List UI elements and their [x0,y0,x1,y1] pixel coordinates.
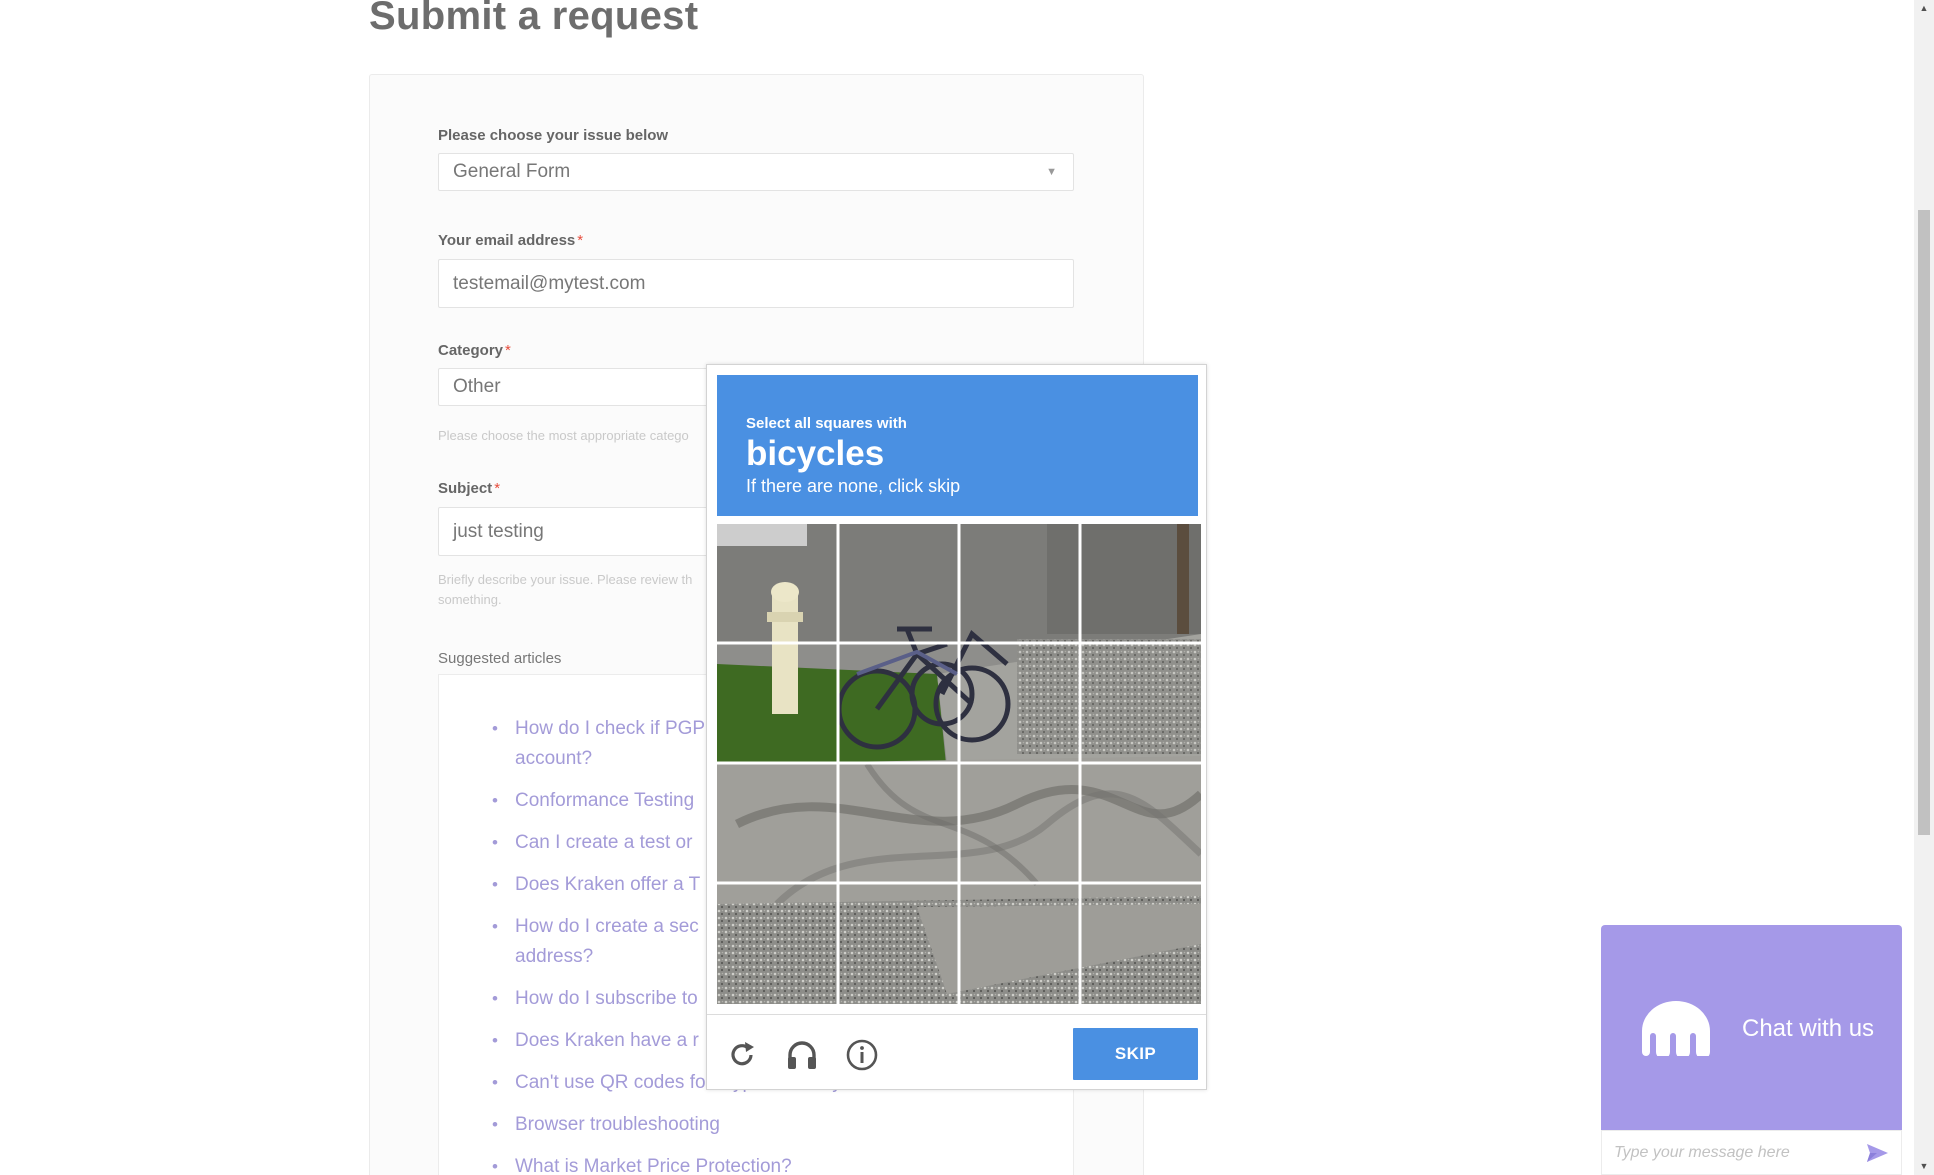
required-mark: * [577,232,584,249]
category-label: Category * [438,342,511,359]
issue-select[interactable]: General Form ▼ [438,153,1074,191]
page-scrollbar[interactable]: ▲ ▼ [1914,0,1934,1175]
issue-select-value: General Form [453,161,571,182]
email-field-value: testemail@mytest.com [453,272,646,294]
chat-message-input[interactable] [1602,1131,1852,1174]
chat-widget: Chat with us [1601,925,1902,1175]
chat-title: Chat with us [1742,1015,1875,1042]
captcha-target: bicycles [746,434,885,473]
info-icon[interactable] [845,1038,879,1072]
scroll-down-icon[interactable]: ▼ [1914,1158,1934,1175]
subject-label: Subject * [438,480,501,497]
article-link[interactable]: What is Market Price Protection? [492,1152,1012,1175]
captcha-tile[interactable] [961,645,1080,763]
scrollbar-thumb[interactable] [1918,210,1930,835]
subject-hint-line: Briefly describe your issue. Please revi… [438,572,693,587]
category-select-value: Other [453,376,501,397]
captcha-tile[interactable] [1082,766,1201,884]
captcha-tile[interactable] [717,886,836,1004]
issue-label: Please choose your issue below [438,127,669,144]
send-icon[interactable] [1865,1141,1889,1165]
captcha-tile[interactable] [717,524,836,642]
subject-field-value: just testing [453,520,544,542]
captcha-tile[interactable] [839,766,958,884]
required-mark: * [494,480,501,497]
captcha-tile[interactable] [961,766,1080,884]
chat-launcher[interactable]: Chat with us [1601,925,1902,1130]
captcha-tile[interactable] [1082,524,1201,642]
chevron-down-icon: ▼ [1046,166,1057,178]
captcha-challenge: Select all squares with bicycles If ther… [706,364,1207,1090]
captcha-tile[interactable] [839,524,958,642]
captcha-tile[interactable] [717,766,836,884]
email-field[interactable]: testemail@mytest.com [438,259,1074,308]
captcha-tile[interactable] [839,645,958,763]
headphones-icon[interactable] [785,1038,819,1072]
skip-button[interactable]: SKIP [1073,1028,1198,1080]
category-hint: Please choose the most appropriate categ… [438,428,689,443]
subject-hint-line: something. [438,592,502,607]
kraken-logo-icon [1642,1001,1710,1056]
captcha-tile[interactable] [717,645,836,763]
captcha-header: Select all squares with bicycles If ther… [717,375,1198,516]
chat-input-row [1601,1130,1902,1175]
reload-icon[interactable] [725,1038,759,1072]
suggested-articles-label: Suggested articles [438,650,562,667]
captcha-tile[interactable] [961,886,1080,1004]
email-label: Your email address * [438,232,584,249]
captcha-instruction: Select all squares with [746,415,907,432]
captcha-tile[interactable] [839,886,958,1004]
captcha-image-grid [717,524,1201,1004]
captcha-tile[interactable] [1082,645,1201,763]
required-mark: * [505,342,511,359]
page-title: Submit a request [369,0,699,38]
captcha-tile[interactable] [961,524,1080,642]
captcha-footer: SKIP [707,1014,1206,1089]
captcha-subinstruction: If there are none, click skip [746,476,961,496]
scroll-up-icon[interactable]: ▲ [1914,0,1934,17]
subject-hint: Briefly describe your issue. Please revi… [438,570,692,610]
captcha-tile[interactable] [1082,886,1201,1004]
article-link[interactable]: Browser troubleshooting [492,1110,1012,1140]
